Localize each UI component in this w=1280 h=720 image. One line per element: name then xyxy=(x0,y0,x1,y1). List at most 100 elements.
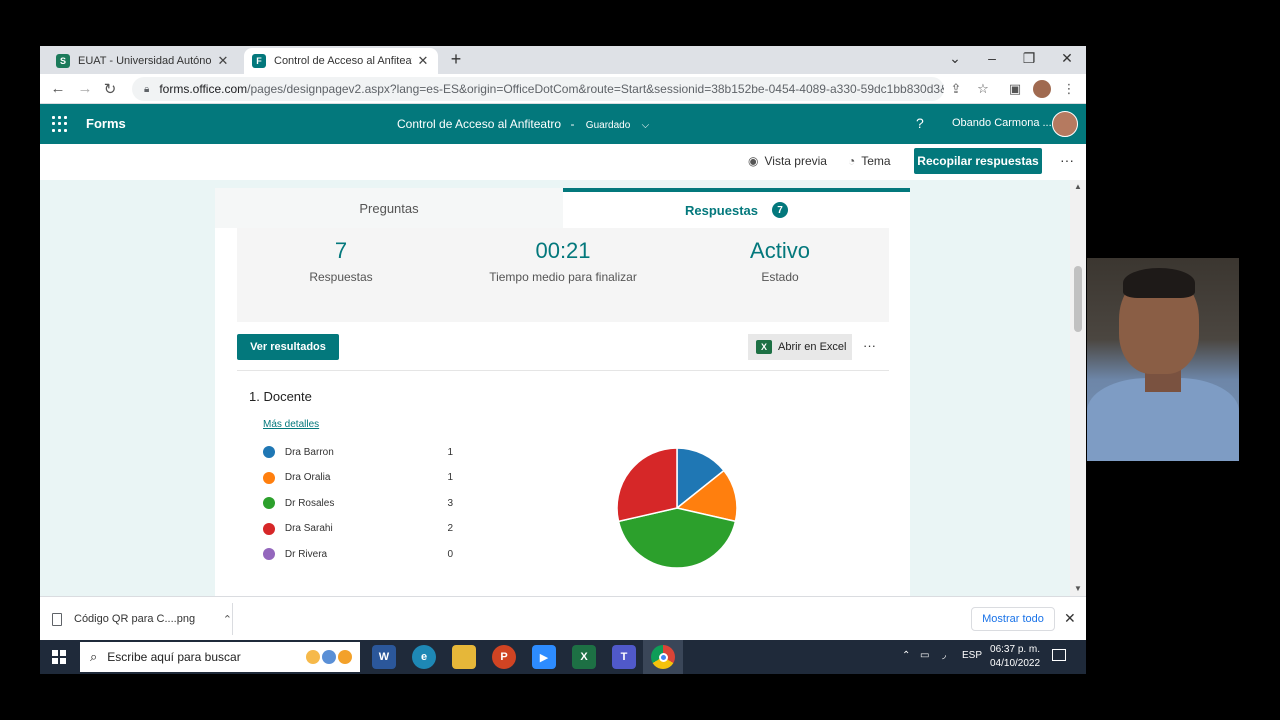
doc-title-separator: - xyxy=(570,117,575,131)
wifi-icon[interactable]: ◞ xyxy=(942,650,946,661)
tab-title: EUAT - Universidad Autónoma de xyxy=(78,55,212,67)
browser-tab-forms[interactable]: F Control de Acceso al Anfiteatro ✕ xyxy=(244,48,438,74)
eye-icon: ◉ xyxy=(748,154,759,168)
language-indicator[interactable]: ESP xyxy=(962,650,982,661)
window-close-button[interactable]: ✕ xyxy=(1057,50,1077,67)
minimize-button[interactable]: – xyxy=(982,50,1002,66)
doc-title-text: Control de Acceso al Anfiteatro xyxy=(397,117,562,131)
browser-tabstrip: S EUAT - Universidad Autónoma de ✕ F Con… xyxy=(40,46,1086,74)
stat-responses: 7 Respuestas xyxy=(241,238,441,284)
url-host: forms.office.com xyxy=(159,82,248,96)
file-explorer-icon[interactable] xyxy=(452,645,476,669)
show-all-button[interactable]: Mostrar todo xyxy=(971,607,1055,631)
excel-icon: X xyxy=(756,340,772,354)
document-title[interactable]: Control de Acceso al Anfiteatro - Guarda… xyxy=(397,117,649,131)
view-results-button[interactable]: Ver resultados xyxy=(237,334,339,360)
palette-icon: ◔ xyxy=(848,154,856,168)
forward-icon[interactable]: → xyxy=(76,80,94,97)
clock-date: 04/10/2022 xyxy=(990,658,1041,669)
legend-color-dot xyxy=(263,522,275,535)
battery-icon[interactable]: ▭ xyxy=(920,650,929,661)
tab-responses[interactable]: Respuestas 7 xyxy=(563,188,910,228)
user-name[interactable]: Obando Carmona ... xyxy=(952,117,1052,129)
back-icon[interactable]: ← xyxy=(49,80,67,97)
legend-item: Dra Barron 1 xyxy=(263,444,453,460)
excel-icon[interactable]: X xyxy=(572,645,596,669)
profile-avatar[interactable] xyxy=(1033,80,1051,98)
legend-label: Dra Barron xyxy=(284,446,334,458)
scrollbar[interactable]: ▲ ▼ xyxy=(1070,180,1086,596)
sidebar-icon[interactable]: ▣ xyxy=(1006,81,1024,97)
legend-count: 3 xyxy=(447,497,454,509)
avatar[interactable] xyxy=(1052,111,1078,137)
legend-label: Dr Rosales xyxy=(284,497,335,509)
stat-avg-time: 00:21 Tiempo medio para finalizar xyxy=(463,238,663,284)
chevron-down-icon: ⌵ xyxy=(641,120,650,131)
open-in-excel-button[interactable]: X Abrir en Excel xyxy=(748,334,852,360)
summary-stats: 7 Respuestas 00:21 Tiempo medio para fin… xyxy=(237,228,889,322)
download-shelf: Código QR para C....png ⌃ Mostrar todo ✕ xyxy=(40,596,1086,640)
edge-icon[interactable]: e xyxy=(412,645,436,669)
legend-color-dot xyxy=(263,548,275,560)
chevron-up-icon[interactable]: ⌃ xyxy=(223,613,232,626)
download-item[interactable]: Código QR para C....png ⌃ xyxy=(52,607,232,631)
taskbar-search[interactable]: ⌕ Escribe aquí para buscar xyxy=(80,642,360,672)
open-excel-label: Abrir en Excel xyxy=(778,341,847,353)
close-icon[interactable]: ✕ xyxy=(416,53,430,69)
theme-button[interactable]: ◔ Tema xyxy=(848,154,891,168)
zoom-icon[interactable]: ▶ xyxy=(532,645,556,669)
address-bar: ← → ↻ 🔒︎ forms.office.com/pages/designpa… xyxy=(40,74,1086,104)
teams-icon[interactable]: T xyxy=(612,645,636,669)
save-status: Guardado xyxy=(585,120,631,131)
clock-time: 06:37 p. m. xyxy=(990,644,1041,655)
notifications-icon[interactable] xyxy=(1052,649,1066,661)
divider xyxy=(232,603,233,635)
webcam-video xyxy=(1087,258,1239,461)
url-field[interactable]: 🔒︎ forms.office.com/pages/designpagev2.a… xyxy=(132,77,944,101)
app-name[interactable]: Forms xyxy=(86,116,126,131)
reload-icon[interactable]: ↻ xyxy=(101,80,119,98)
divider xyxy=(237,370,889,371)
preview-label: Vista previa xyxy=(764,154,827,168)
responses-panel: Preguntas Respuestas 7 7 Respuestas 00:2… xyxy=(215,188,910,596)
pie-chart xyxy=(616,447,738,569)
word-icon[interactable]: W xyxy=(372,645,396,669)
chrome-menu-icon[interactable]: ⋮ xyxy=(1060,81,1078,97)
chevron-up-icon[interactable]: ⌃ xyxy=(902,650,910,661)
clock[interactable]: 06:37 p. m. 04/10/2022 xyxy=(990,643,1040,671)
question-title: 1. Docente xyxy=(249,389,312,404)
share-icon[interactable]: ⇪ xyxy=(947,81,965,97)
chrome-icon[interactable] xyxy=(651,645,675,669)
preview-button[interactable]: ◉ Vista previa xyxy=(748,154,827,168)
scroll-up-icon[interactable]: ▲ xyxy=(1074,182,1082,191)
close-icon[interactable]: ✕ xyxy=(1064,610,1076,627)
legend-item: Dra Sarahi 2 xyxy=(263,521,453,537)
help-icon[interactable]: ? xyxy=(916,115,924,131)
powerpoint-icon[interactable]: P xyxy=(492,645,516,669)
legend-item: Dr Rivera 0 xyxy=(263,546,453,562)
bookmark-star-icon[interactable]: ☆ xyxy=(974,81,992,97)
stat-label: Tiempo medio para finalizar xyxy=(489,270,637,284)
new-tab-button[interactable]: + xyxy=(446,49,466,70)
stat-value: Activo xyxy=(750,238,810,263)
more-details-link[interactable]: Más detalles xyxy=(263,419,319,430)
legend-count: 1 xyxy=(447,446,454,458)
search-placeholder: Escribe aquí para buscar xyxy=(107,650,241,664)
legend-item: Dra Oralia 1 xyxy=(263,470,453,486)
stat-status: Activo Estado xyxy=(680,238,880,284)
legend-count: 0 xyxy=(447,548,454,560)
windows-start-icon[interactable] xyxy=(52,650,66,664)
legend-count: 1 xyxy=(447,472,454,483)
more-options-icon[interactable]: ··· xyxy=(863,338,876,353)
scrollbar-thumb[interactable] xyxy=(1074,266,1082,332)
tab-search-icon[interactable]: ⌄ xyxy=(945,50,965,67)
tab-questions[interactable]: Preguntas xyxy=(215,188,563,228)
close-icon[interactable]: ✕ xyxy=(216,53,230,69)
collect-responses-button[interactable]: Recopilar respuestas xyxy=(914,148,1042,174)
tab-responses-label: Respuestas xyxy=(685,202,758,218)
browser-tab-euat[interactable]: S EUAT - Universidad Autónoma de ✕ xyxy=(48,48,238,74)
app-launcher-icon[interactable] xyxy=(52,116,68,132)
scroll-down-icon[interactable]: ▼ xyxy=(1074,584,1082,593)
more-options-icon[interactable]: ··· xyxy=(1060,152,1074,168)
restore-button[interactable]: ❐ xyxy=(1019,50,1039,67)
